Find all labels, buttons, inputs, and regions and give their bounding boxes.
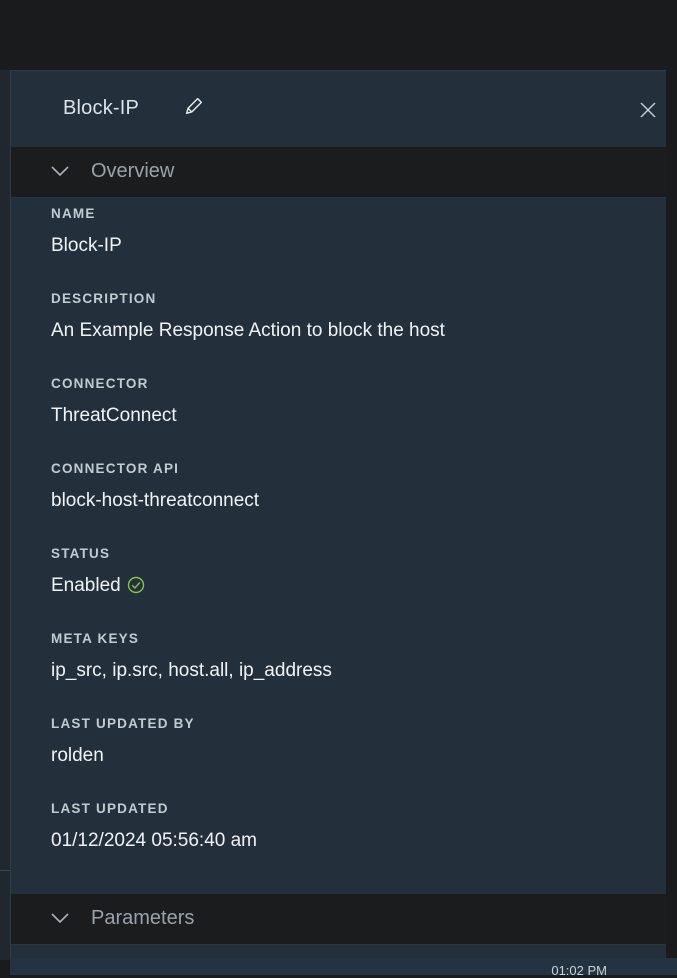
field-label: LAST UPDATED BY (51, 716, 195, 731)
field-label: NAME (51, 206, 96, 221)
field-last-updated-by: LAST UPDATED BY rolden (51, 708, 651, 793)
field-value: An Example Response Action to block the … (51, 320, 445, 341)
panel-title: Block-IP (63, 97, 140, 119)
field-value: ip_src, ip.src, host.all, ip_address (51, 660, 332, 681)
field-value: block-host-threatconnect (51, 490, 260, 511)
field-connector-api: CONNECTOR API block-host-threatconnect (51, 453, 651, 538)
parameters-section-label: Parameters (91, 907, 195, 929)
field-label: CONNECTOR API (51, 461, 180, 476)
clock-time: 01:02 PM (551, 963, 607, 978)
field-label: DESCRIPTION (51, 291, 157, 306)
chevron-down-icon (51, 913, 69, 924)
status-value: Enabled (51, 575, 121, 596)
parameters-section-toggle[interactable]: Parameters (11, 894, 666, 945)
right-edge (665, 70, 677, 975)
field-value: ThreatConnect (51, 405, 177, 426)
chevron-down-icon (51, 166, 69, 177)
field-name: NAME Block-IP (51, 198, 651, 283)
field-value: Block-IP (51, 235, 122, 256)
field-label: STATUS (51, 546, 111, 561)
panel-header: Block-IP (11, 71, 666, 147)
overview-section-toggle[interactable]: Overview (11, 147, 666, 198)
top-bar (0, 0, 677, 70)
pencil-icon[interactable] (183, 95, 205, 117)
field-meta-keys: META KEYS ip_src, ip.src, host.all, ip_a… (51, 623, 651, 708)
field-last-updated: LAST UPDATED 01/12/2024 05:56:40 am (51, 793, 651, 878)
field-label: META KEYS (51, 631, 140, 646)
field-description: DESCRIPTION An Example Response Action t… (51, 283, 651, 368)
field-label: LAST UPDATED (51, 801, 169, 816)
bottom-status-bar: 01:02 PM (10, 958, 677, 978)
overview-fields: NAME Block-IP DESCRIPTION An Example Res… (51, 198, 651, 878)
response-action-details-panel: Block-IP Overview NAME Block-IP DESCRIPT… (10, 70, 666, 961)
divider (0, 870, 10, 871)
field-connector: CONNECTOR ThreatConnect (51, 368, 651, 453)
field-value: rolden (51, 745, 104, 766)
overview-section-label: Overview (91, 160, 175, 182)
close-icon[interactable] (639, 101, 657, 119)
check-circle-icon (127, 576, 144, 594)
field-value: 01/12/2024 05:56:40 am (51, 830, 258, 851)
field-value-wrapper: Enabled (51, 575, 145, 597)
field-label: CONNECTOR (51, 376, 149, 391)
field-status: STATUS Enabled (51, 538, 651, 623)
